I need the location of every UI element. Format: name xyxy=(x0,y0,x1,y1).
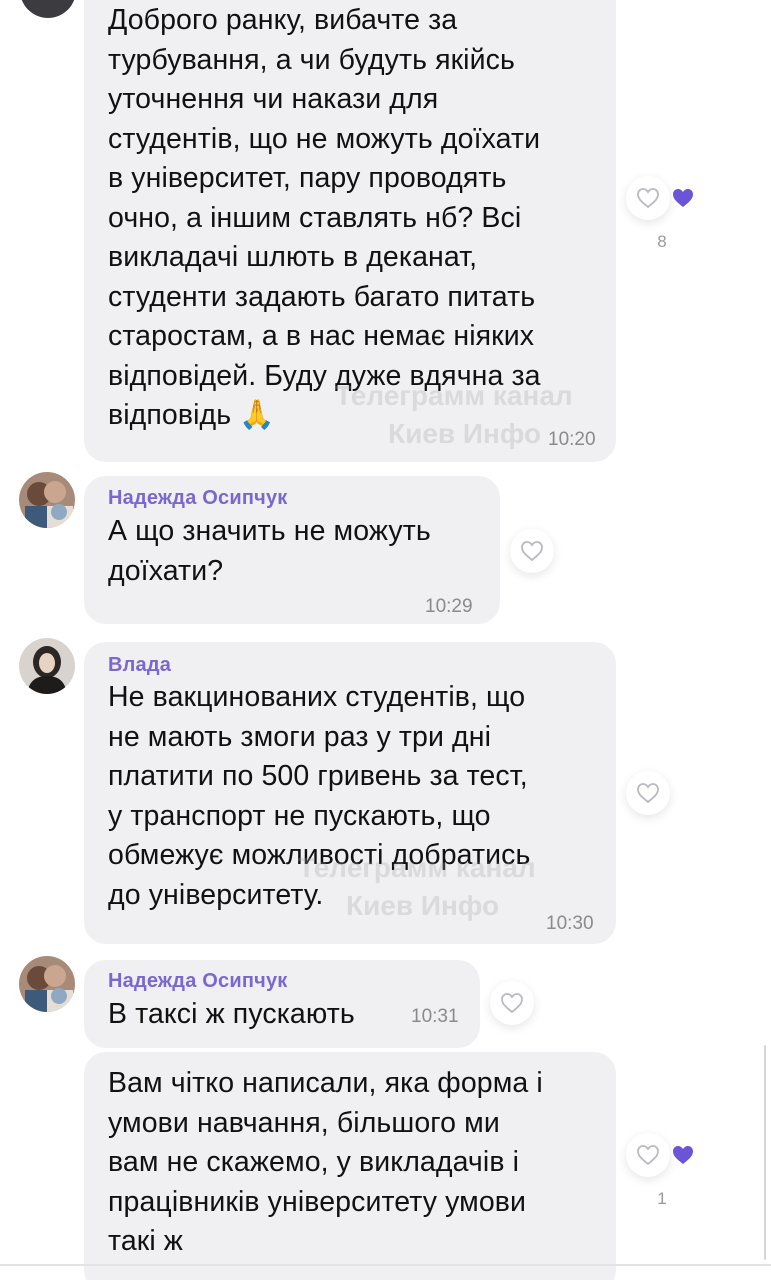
message-text: Доброго ранку, вибачте за турбування, а … xyxy=(108,4,541,431)
divider xyxy=(0,1264,771,1266)
avatar[interactable] xyxy=(19,472,75,528)
message-text: Вам чітко написали, яка форма і умови на… xyxy=(108,1067,543,1257)
message-time: 10:31 xyxy=(411,1006,459,1027)
like-button[interactable] xyxy=(490,981,534,1025)
like-count: 1 xyxy=(657,1189,667,1208)
heart-outline-icon xyxy=(637,1145,659,1166)
heart-filled-icon xyxy=(673,189,693,207)
heart-outline-icon xyxy=(521,541,543,562)
message-time: 10:30 xyxy=(546,913,594,934)
chat-screen: Доброго ранку, вибачте за турбування, а … xyxy=(0,0,771,1280)
sender-name[interactable]: Надежда Осипчук xyxy=(108,487,287,510)
heart-outline-icon xyxy=(637,188,659,209)
message-time: 10:20 xyxy=(548,429,596,450)
heart-outline-icon xyxy=(501,993,523,1014)
message-text: В таксі ж пускають xyxy=(108,998,355,1030)
like-button[interactable] xyxy=(626,1133,670,1177)
avatar[interactable] xyxy=(20,0,76,18)
sender-name[interactable]: Надежда Осипчук xyxy=(108,970,287,993)
heart-outline-icon xyxy=(637,783,659,804)
like-button[interactable] xyxy=(510,529,554,573)
avatar[interactable] xyxy=(19,638,75,694)
message-text: А що значить не можуть доїхати? xyxy=(108,515,431,587)
message-text: Не вакцинованих студентів, що не мають з… xyxy=(108,681,531,911)
avatar[interactable] xyxy=(19,956,75,1012)
message-time: 10:29 xyxy=(425,596,473,617)
heart-filled-icon xyxy=(673,1146,693,1164)
scrollbar[interactable] xyxy=(764,1045,766,1260)
like-button[interactable] xyxy=(626,771,670,815)
like-count: 8 xyxy=(657,232,667,251)
like-button[interactable] xyxy=(626,176,670,220)
sender-name[interactable]: Влада xyxy=(108,654,171,677)
